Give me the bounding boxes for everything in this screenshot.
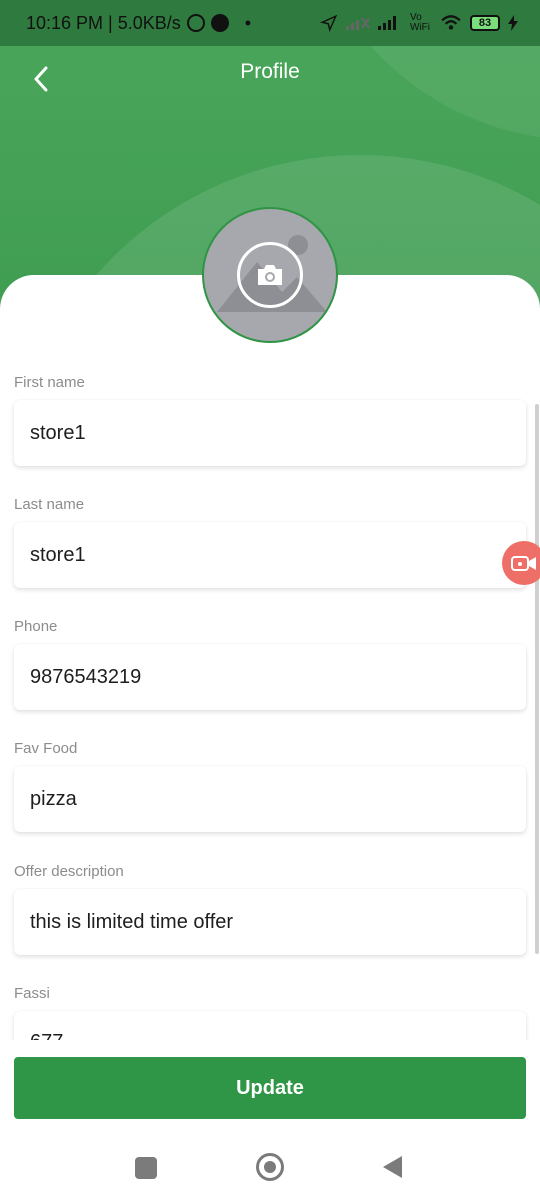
first-name-field[interactable]: store1 — [14, 400, 526, 466]
fav-food-label: Fav Food — [14, 740, 78, 757]
page-title: Profile — [240, 60, 300, 83]
fassi-input[interactable]: 677 — [30, 1031, 510, 1040]
first-name-label: First name — [14, 374, 85, 391]
whatsapp-icon — [186, 14, 205, 32]
more-notifications-icon: • — [244, 12, 252, 33]
last-name-field[interactable]: store1 — [14, 522, 526, 588]
status-time: 10:16 PM | 5.0KB/s — [26, 12, 181, 33]
recent-apps-button[interactable] — [135, 1157, 157, 1179]
fav-food-field[interactable]: pizza — [14, 766, 526, 832]
home-button[interactable] — [256, 1153, 284, 1181]
system-navigation-bar — [0, 1140, 540, 1200]
camera-icon — [258, 265, 282, 285]
update-button[interactable]: Update — [14, 1057, 526, 1119]
signal-icon — [378, 16, 396, 30]
signal-weak-icon — [346, 17, 370, 30]
screen-record-button[interactable] — [502, 541, 540, 585]
fassi-label: Fassi — [14, 985, 50, 1002]
location-icon — [320, 14, 338, 32]
offer-description-input[interactable]: this is limited time offer — [30, 911, 510, 934]
charging-icon — [508, 15, 518, 31]
screen-record-icon — [511, 556, 536, 571]
fassi-field[interactable]: 677 — [14, 1011, 526, 1040]
scrollbar[interactable] — [535, 404, 539, 954]
system-back-button[interactable] — [383, 1156, 402, 1178]
phone-input[interactable]: 9876543219 — [30, 666, 510, 689]
phone-field[interactable]: 9876543219 — [14, 644, 526, 710]
last-name-input[interactable]: store1 — [30, 544, 510, 567]
vowifi-label: Vo WiFi — [410, 12, 430, 33]
offer-description-label: Offer description — [14, 863, 124, 880]
last-name-label: Last name — [14, 496, 85, 513]
profile-form: First name store1 Last name store1 Phone… — [0, 360, 540, 1040]
phone-label: Phone — [14, 618, 58, 635]
status-bar: 10:16 PM | 5.0KB/s • Vo WiFi 83 — [0, 0, 540, 46]
app-notification-icon — [210, 14, 229, 32]
first-name-input[interactable]: store1 — [30, 422, 510, 445]
change-photo-button[interactable] — [237, 242, 303, 308]
fav-food-input[interactable]: pizza — [30, 788, 510, 811]
wifi-icon — [441, 15, 461, 30]
offer-description-field[interactable]: this is limited time offer — [14, 889, 526, 955]
battery-indicator: 83 — [470, 15, 500, 31]
